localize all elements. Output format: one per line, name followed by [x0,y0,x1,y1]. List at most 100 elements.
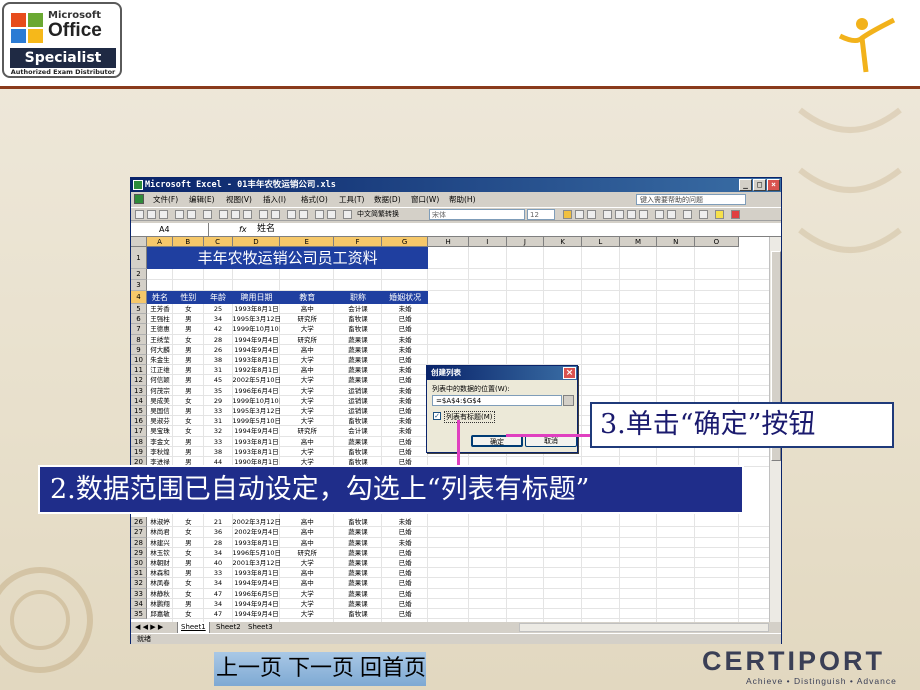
data-cell[interactable]: 蔬果课 [334,355,382,365]
name-box[interactable]: A4 [131,223,209,236]
chart-icon[interactable] [327,210,336,219]
data-cell[interactable]: 蔬果课 [334,345,382,355]
data-cell[interactable]: 已婚 [382,548,428,558]
data-cell[interactable]: 1993年8月1日 [233,447,281,457]
data-cell[interactable]: 未婚 [382,426,428,436]
font-color-icon[interactable] [731,210,740,219]
preview-icon[interactable] [187,210,196,219]
data-cell[interactable]: 33 [204,437,233,447]
data-cell[interactable]: 1995年3月12日 [233,406,281,416]
column-header[interactable]: B [173,237,204,247]
data-cell[interactable]: 已婚 [382,578,428,588]
data-cell[interactable]: 未婚 [382,335,428,345]
data-cell[interactable]: 王德惠 [147,324,173,334]
data-cell[interactable]: 男 [173,345,203,355]
data-cell[interactable]: 男 [173,437,203,447]
data-cell[interactable]: 会计课 [334,304,382,314]
data-cell[interactable]: 33 [204,406,233,416]
data-cell[interactable]: 未婚 [382,304,428,314]
autosum-icon[interactable] [299,210,308,219]
data-cell[interactable]: 已婚 [382,447,428,457]
column-header[interactable]: C [203,237,233,247]
data-cell[interactable]: 28 [204,538,233,548]
redo-icon[interactable] [271,210,280,219]
prev-page-link[interactable]: 上一页 [216,652,282,686]
data-cell[interactable]: 林建兴 [147,538,173,548]
header-cell[interactable]: 教育 [280,291,335,304]
data-cell[interactable]: 31 [204,416,233,426]
header-cell[interactable]: 职称 [334,291,382,304]
data-cell[interactable]: 林玉钦 [147,548,173,558]
row-header[interactable]: 8 [131,334,147,345]
data-cell[interactable]: 运销课 [334,386,382,396]
data-cell[interactable]: 邱嘉敏 [147,609,173,619]
data-cell[interactable]: 已婚 [382,568,428,578]
data-cell[interactable]: 大学 [280,386,334,396]
data-cell[interactable]: 未婚 [382,396,428,406]
bold-icon[interactable] [563,210,572,219]
column-header[interactable]: G [381,237,429,247]
data-cell[interactable]: 高中 [280,437,334,447]
align-left-icon[interactable] [603,210,612,219]
data-cell[interactable]: 女 [173,609,203,619]
data-cell[interactable]: 1999年5月10日 [233,416,281,426]
underline-icon[interactable] [587,210,596,219]
data-cell[interactable]: 男 [173,386,203,396]
column-header[interactable]: K [544,237,582,247]
column-header[interactable]: D [232,237,281,247]
data-cell[interactable]: 江正维 [147,365,173,375]
data-cell[interactable]: 47 [204,589,233,599]
data-cell[interactable]: 33 [204,568,233,578]
data-cell[interactable]: 运销课 [334,396,382,406]
row-header[interactable]: 15 [131,406,147,417]
data-cell[interactable]: 1993年8月1日 [233,355,281,365]
data-cell[interactable]: 何大麟 [147,345,173,355]
data-cell[interactable]: 男 [173,406,203,416]
merge-center-icon[interactable] [639,210,648,219]
header-cell[interactable]: 性别 [173,291,204,304]
data-cell[interactable]: 畜牧课 [334,517,382,527]
data-cell[interactable]: 未婚 [382,345,428,355]
column-header[interactable]: I [468,237,507,247]
data-cell[interactable]: 34 [204,578,233,588]
data-cell[interactable]: 蔬果课 [334,599,382,609]
row-header[interactable]: 35 [131,609,147,620]
data-cell[interactable]: 1996年6月4日 [233,386,281,396]
has-headers-label[interactable]: 列表有标题(M) [444,411,495,423]
data-cell[interactable]: 林森和 [147,568,173,578]
data-cell[interactable]: 已婚 [382,314,428,324]
dialog-range-input[interactable]: =$A$4:$G$4 [432,395,562,406]
column-header[interactable]: H [428,237,469,247]
data-cell[interactable]: 1994年9月4日 [233,426,281,436]
row-header[interactable]: 11 [131,365,147,376]
home-page-link[interactable]: 回首页 [360,652,426,686]
data-cell[interactable]: 林鹏翔 [147,599,173,609]
data-cell[interactable]: 男 [173,568,203,578]
data-cell[interactable]: 林凤春 [147,578,173,588]
tab-sheet2[interactable]: Sheet2 [213,622,244,633]
data-cell[interactable]: 蔬果课 [334,437,382,447]
data-cell[interactable]: 林尚君 [147,527,173,537]
row-header[interactable]: 32 [131,578,147,589]
data-cell[interactable]: 女 [173,589,203,599]
column-header[interactable]: L [582,237,620,247]
data-cell[interactable]: 2002年9月4日 [233,527,281,537]
minimize-button[interactable]: _ [739,179,752,191]
data-cell[interactable]: 31 [204,365,233,375]
data-cell[interactable]: 何信颖 [147,375,173,385]
save-icon[interactable] [159,210,168,219]
tab-nav-icon[interactable]: ◀ ◀ ▶ ▶ [135,622,163,633]
data-cell[interactable]: 女 [173,578,203,588]
data-cell[interactable]: 大学 [280,396,334,406]
data-cell[interactable]: 高中 [280,527,334,537]
row-header[interactable]: 2 [131,269,147,280]
italic-icon[interactable] [575,210,584,219]
data-cell[interactable]: 蔬果课 [334,365,382,375]
dialog-close-button[interactable]: × [563,367,576,379]
data-cell[interactable]: 畜牧课 [334,324,382,334]
data-cell[interactable]: 已婚 [382,375,428,385]
spelling-icon[interactable] [203,210,212,219]
data-cell[interactable]: 林淑婷 [147,517,173,527]
data-cell[interactable]: 已婚 [382,558,428,568]
percent-icon[interactable] [667,210,676,219]
